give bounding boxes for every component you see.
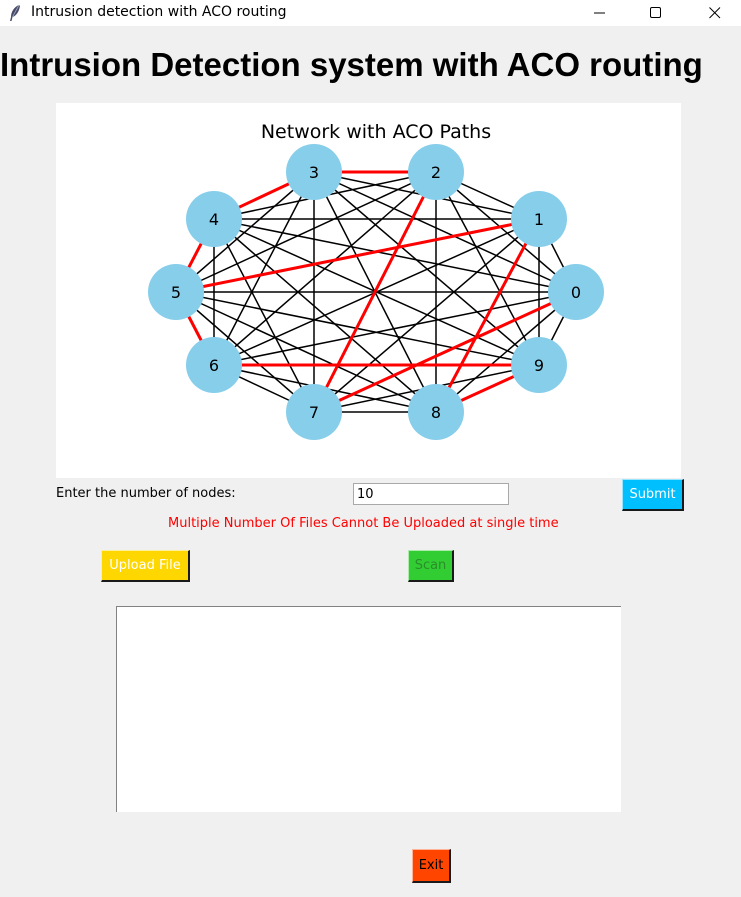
- graph-title: Network with ACO Paths: [261, 121, 491, 143]
- nodes-count-label: Enter the number of nodes:: [56, 486, 236, 501]
- upload-file-button[interactable]: Upload File: [101, 550, 190, 582]
- graph-node-label: 8: [431, 403, 441, 422]
- network-graph: Network with ACO Paths 0 1 2 3 4 5 6 7 8 9: [148, 121, 604, 440]
- minimize-icon: [594, 12, 605, 14]
- window-title: Intrusion detection with ACO routing: [31, 4, 287, 20]
- graph-node-label: 5: [171, 283, 181, 302]
- title-bar: Intrusion detection with ACO routing: [0, 0, 741, 26]
- network-graph-plot: Network with ACO Paths 0 1 2 3 4 5 6 7 8 9: [56, 103, 681, 478]
- maximize-icon: [650, 7, 661, 18]
- graph-node-label: 4: [209, 210, 219, 229]
- submit-button[interactable]: Submit: [622, 479, 684, 511]
- output-text-area[interactable]: [116, 606, 621, 812]
- nodes-count-input[interactable]: [353, 483, 509, 505]
- graph-node-label: 0: [571, 283, 581, 302]
- close-icon: [709, 7, 721, 19]
- graph-node-label: 6: [209, 356, 219, 375]
- scan-button[interactable]: Scan: [408, 550, 454, 582]
- feather-icon: [10, 4, 20, 21]
- exit-button[interactable]: Exit: [412, 849, 451, 883]
- minimize-button[interactable]: [577, 0, 623, 26]
- page-title: Intrusion Detection system with ACO rout…: [0, 46, 703, 83]
- graph-node-label: 9: [534, 356, 544, 375]
- upload-warning-text: Multiple Number Of Files Cannot Be Uploa…: [168, 516, 559, 531]
- graph-node-label: 1: [534, 210, 544, 229]
- close-button[interactable]: [692, 0, 738, 26]
- graph-node-label: 7: [309, 403, 319, 422]
- graph-node-label: 3: [309, 163, 319, 182]
- maximize-button[interactable]: [633, 0, 679, 26]
- graph-node-label: 2: [431, 163, 441, 182]
